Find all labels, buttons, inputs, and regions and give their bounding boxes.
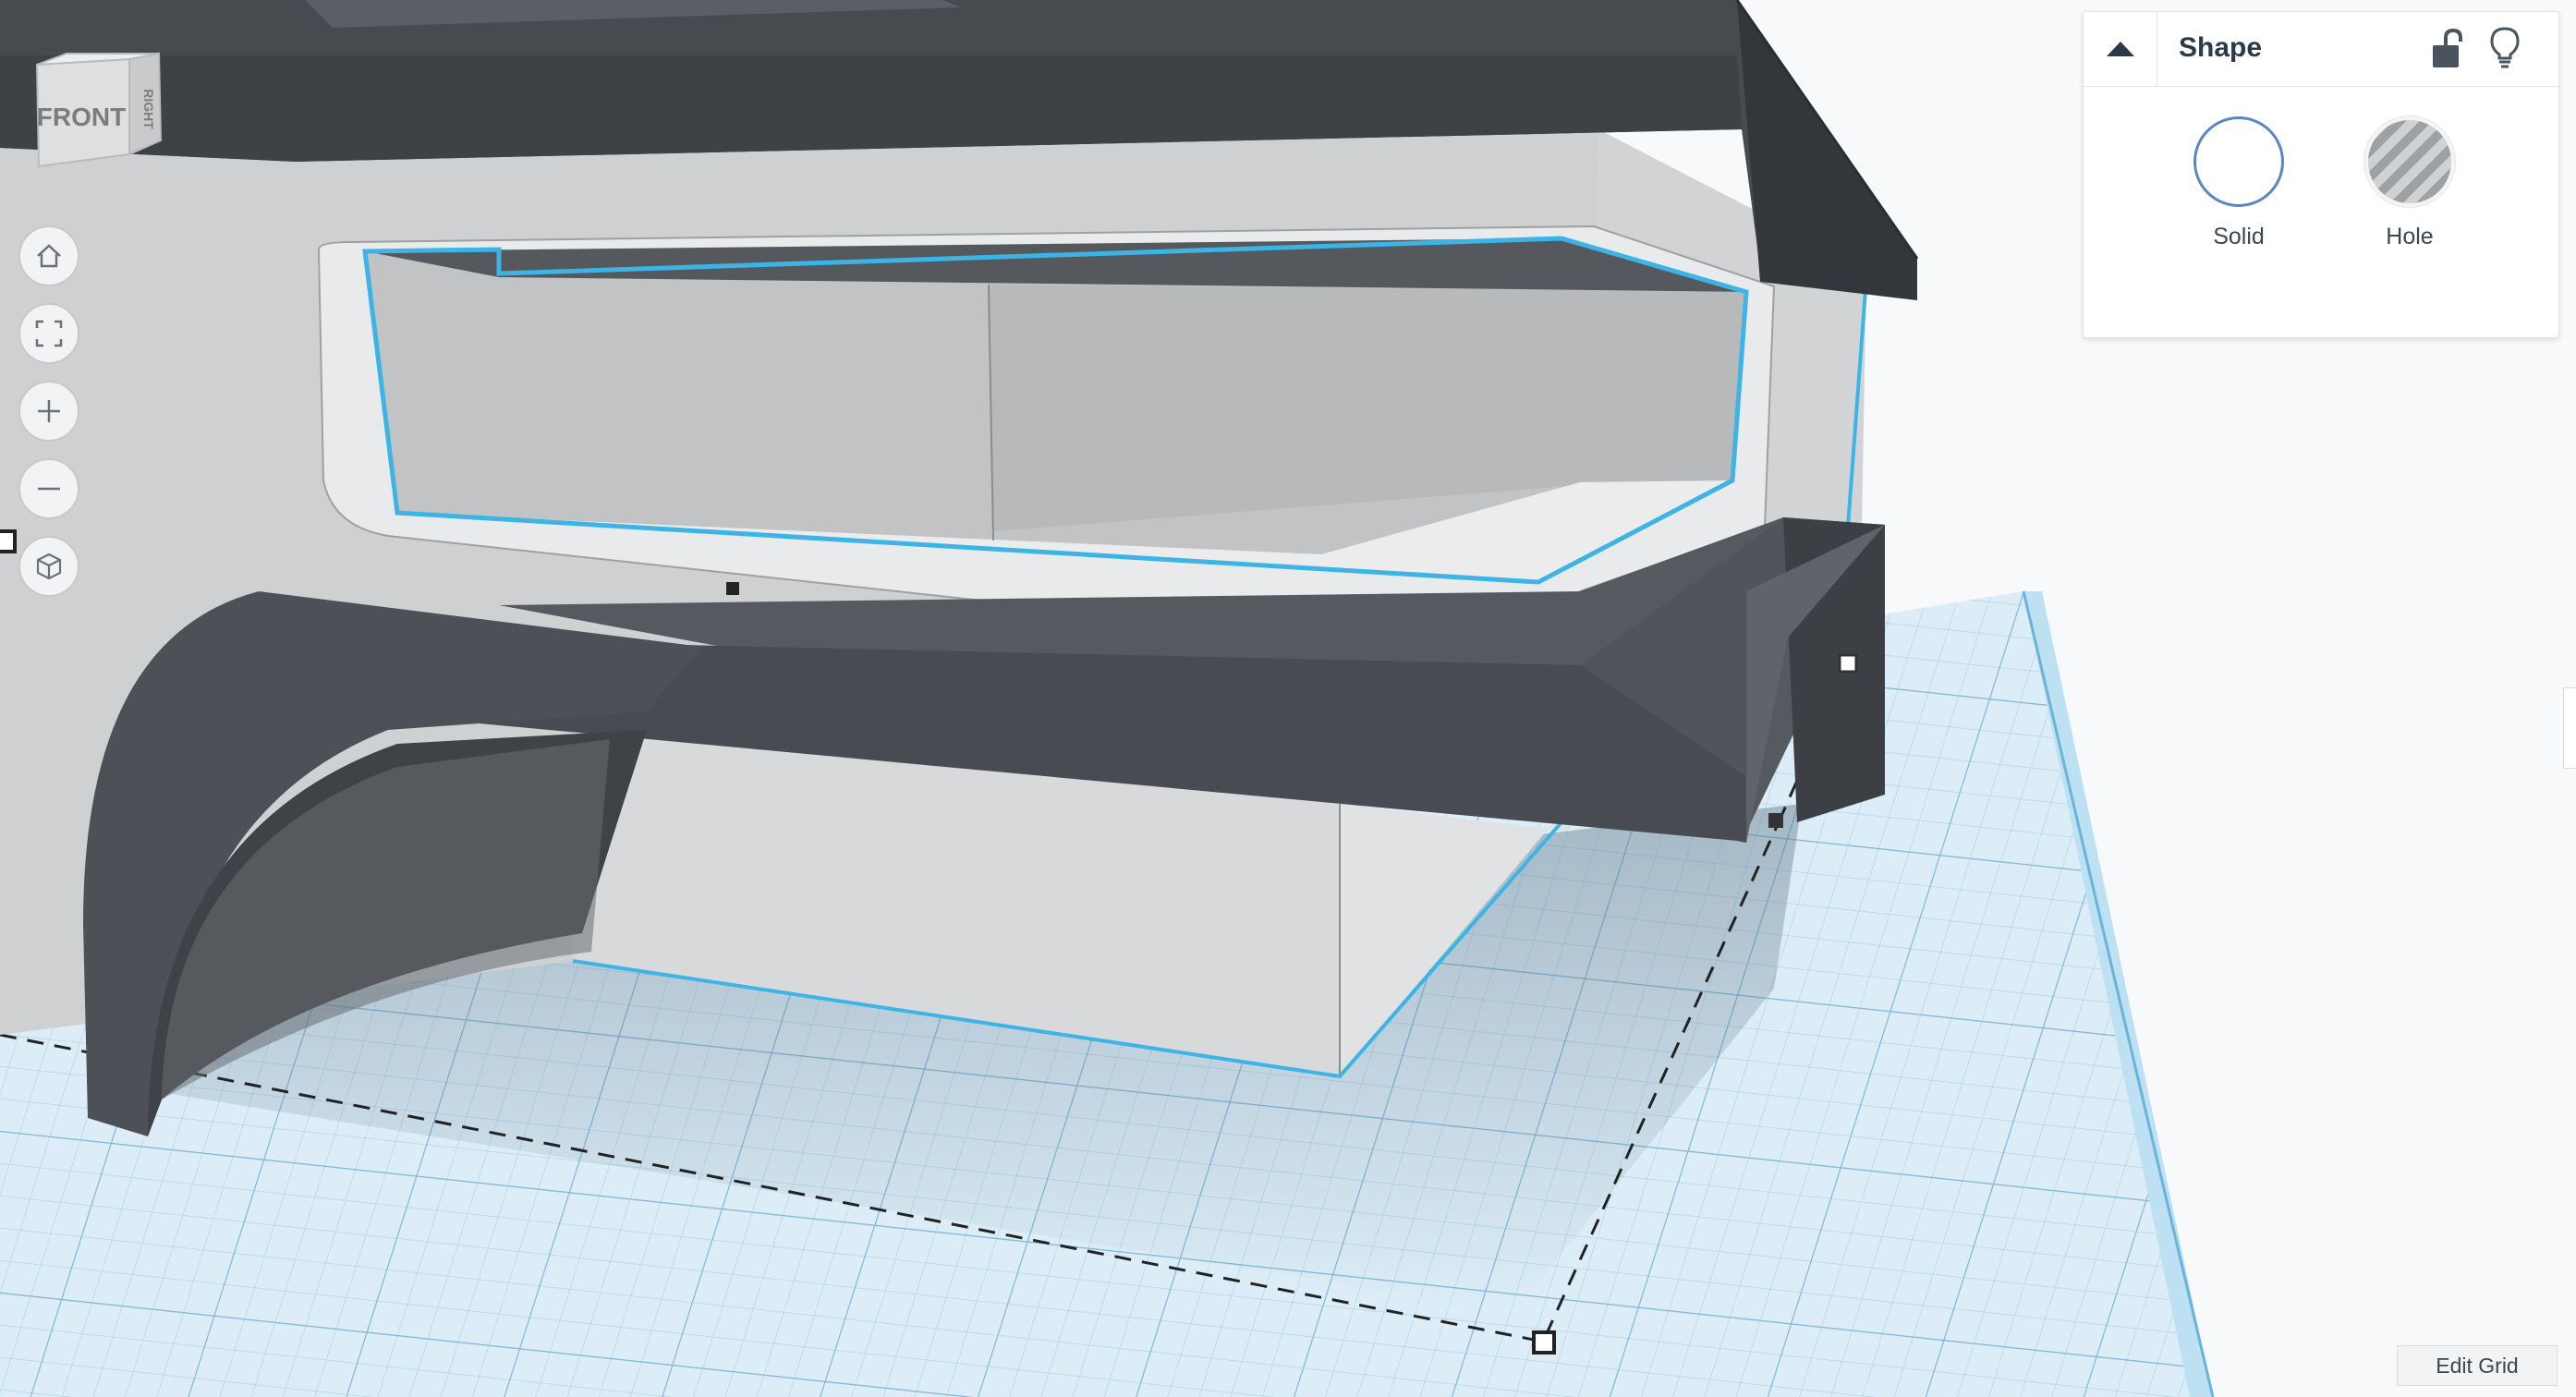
minus-icon — [38, 487, 60, 491]
lightbulb-icon[interactable] — [2485, 25, 2525, 71]
viewcube[interactable]: FRONT RIGHT — [30, 48, 168, 177]
cube-icon — [36, 553, 62, 580]
perspective-toggle-button[interactable] — [18, 536, 79, 597]
collapse-panel-button[interactable] — [2084, 12, 2157, 86]
home-icon — [37, 244, 61, 268]
edit-grid-button[interactable]: Edit Grid — [2397, 1345, 2558, 1386]
viewcube-front-label: FRONT — [37, 103, 126, 131]
hole-swatch — [2364, 116, 2455, 207]
shape-inspector-panel: Shape — [2083, 11, 2559, 338]
solid-label: Solid — [2213, 224, 2265, 249]
zoom-in-button[interactable] — [18, 381, 79, 442]
unlock-icon[interactable] — [2427, 27, 2468, 71]
fit-all-button[interactable] — [18, 303, 79, 364]
inspector-header: Shape — [2084, 12, 2558, 87]
viewcube-side-label: RIGHT — [141, 89, 156, 129]
triangle-up-icon — [2106, 42, 2134, 56]
solid-option[interactable]: Solid — [2179, 116, 2299, 250]
home-view-button[interactable] — [18, 225, 79, 286]
hole-label: Hole — [2386, 224, 2434, 249]
side-panel-toggle[interactable] — [2563, 687, 2576, 769]
inspector-title: Shape — [2179, 32, 2263, 63]
fit-view-icon — [35, 320, 63, 347]
solid-swatch — [2193, 116, 2284, 207]
zoom-out-button[interactable] — [18, 458, 79, 519]
plus-icon — [38, 400, 60, 422]
hole-option[interactable]: Hole — [2350, 116, 2470, 250]
